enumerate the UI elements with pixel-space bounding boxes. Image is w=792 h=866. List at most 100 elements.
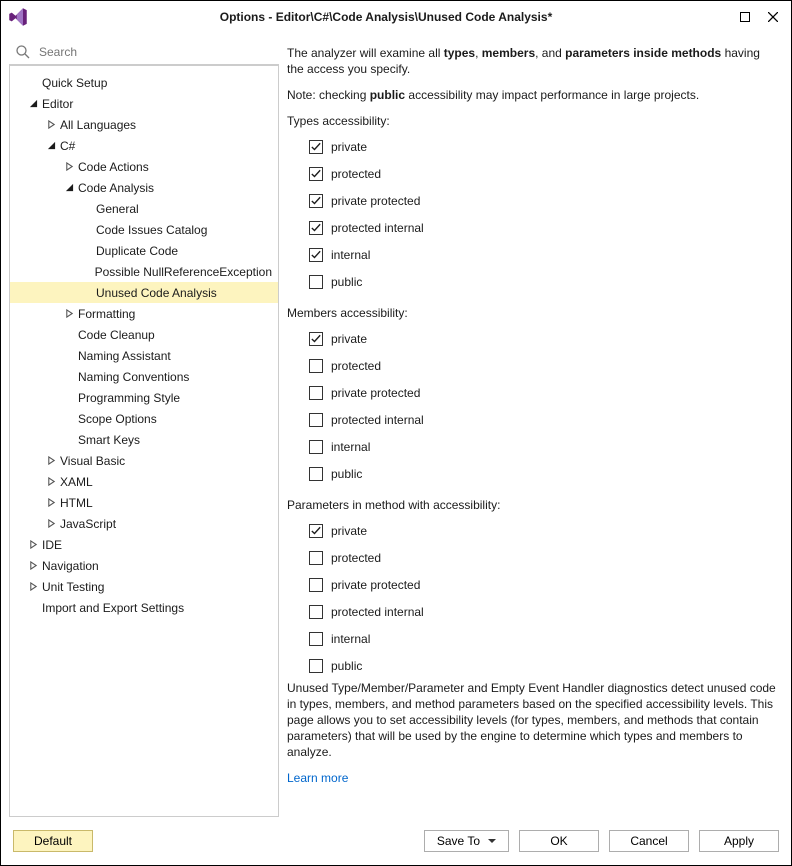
tree-item[interactable]: C# [10,135,278,156]
tree-item[interactable]: All Languages [10,114,278,135]
checkbox[interactable] [309,524,323,538]
apply-button[interactable]: Apply [699,830,779,852]
caret-closed-icon[interactable] [46,519,56,529]
tree-item[interactable]: Naming Conventions [10,366,278,387]
tree-item[interactable]: Unit Testing [10,576,278,597]
checkbox[interactable] [309,605,323,619]
tree-item[interactable]: HTML [10,492,278,513]
checkbox[interactable] [309,194,323,208]
save-to-button[interactable]: Save To [424,830,509,852]
tree-item-label: All Languages [60,118,136,132]
search-input[interactable] [37,44,273,60]
checkbox-row[interactable]: internal [309,434,779,461]
checkbox[interactable] [309,413,323,427]
tree-item[interactable]: Visual Basic [10,450,278,471]
caret-closed-icon[interactable] [28,561,38,571]
checkbox-row[interactable]: protected internal [309,407,779,434]
tree-item-label: Scope Options [78,412,157,426]
caret-closed-icon[interactable] [64,309,74,319]
caret-closed-icon[interactable] [64,162,74,172]
caret-open-icon[interactable] [64,183,74,193]
checkbox[interactable] [309,467,323,481]
tree-item[interactable]: JavaScript [10,513,278,534]
checkbox[interactable] [309,140,323,154]
caret-closed-icon[interactable] [46,498,56,508]
caret-closed-icon[interactable] [28,582,38,592]
default-button[interactable]: Default [13,830,93,852]
checkbox[interactable] [309,632,323,646]
checkbox[interactable] [309,440,323,454]
tree-item[interactable]: Code Analysis [10,177,278,198]
tree-item-label: Visual Basic [60,454,125,468]
tree-item[interactable]: Duplicate Code [10,240,278,261]
tree-item-label: Naming Conventions [78,370,189,384]
caret-closed-icon[interactable] [28,540,38,550]
footer-description: Unused Type/Member/Parameter and Empty E… [287,680,779,761]
caret-closed-icon[interactable] [46,477,56,487]
options-tree[interactable]: Quick SetupEditor All Languages C#Code Act… [9,65,279,817]
tree-item[interactable]: Programming Style [10,387,278,408]
tree-item[interactable]: Naming Assistant [10,345,278,366]
cancel-button[interactable]: Cancel [609,830,689,852]
tree-item-label: Unused Code Analysis [96,286,217,300]
tree-item[interactable]: IDE [10,534,278,555]
checkbox[interactable] [309,551,323,565]
tree-item[interactable]: Import and Export Settings [10,597,278,618]
tree-item[interactable]: Editor [10,93,278,114]
tree-item-label: Smart Keys [78,433,140,447]
checkbox[interactable] [309,659,323,673]
tree-item[interactable]: General [10,198,278,219]
checkbox-row[interactable]: internal [309,626,779,653]
caret-closed-icon[interactable] [46,120,56,130]
tree-item[interactable]: Code Actions [10,156,278,177]
checkbox-row[interactable]: private protected [309,188,779,215]
checkbox-label: protected [331,167,381,181]
checkbox-row[interactable]: protected internal [309,215,779,242]
tree-item[interactable]: Formatting [10,303,278,324]
checkbox[interactable] [309,275,323,289]
checkbox[interactable] [309,332,323,346]
checkbox[interactable] [309,248,323,262]
caret-open-icon[interactable] [46,141,56,151]
close-icon[interactable] [765,9,781,25]
checkbox-row[interactable]: protected [309,353,779,380]
checkbox[interactable] [309,386,323,400]
tree-item[interactable]: Navigation [10,555,278,576]
checkbox-row[interactable]: public [309,653,779,680]
tree-item[interactable]: Quick Setup [10,72,278,93]
caret-closed-icon[interactable] [46,456,56,466]
checkbox[interactable] [309,221,323,235]
tree-item[interactable]: Unused Code Analysis [10,282,278,303]
checkbox-row[interactable]: protected [309,545,779,572]
checkbox-label: protected [331,359,381,373]
checkbox-row[interactable]: private [309,518,779,545]
caret-open-icon[interactable] [28,99,38,109]
tree-item[interactable]: XAML [10,471,278,492]
checkbox-row[interactable]: protected internal [309,599,779,626]
intro-text: The analyzer will examine all types, mem… [287,45,779,77]
tree-item-label: Import and Export Settings [42,601,184,615]
tree-item-label: Possible NullReferenceException [95,265,272,279]
checkbox[interactable] [309,359,323,373]
checkbox[interactable] [309,167,323,181]
tree-item[interactable]: Smart Keys [10,429,278,450]
maximize-icon[interactable] [737,9,753,25]
tree-item[interactable]: Code Cleanup [10,324,278,345]
checkbox-row[interactable]: protected [309,161,779,188]
tree-item[interactable]: Possible NullReferenceException [10,261,278,282]
checkbox-label: protected internal [331,221,424,235]
checkbox-row[interactable]: public [309,269,779,296]
search-box[interactable] [9,39,279,65]
checkbox-row[interactable]: internal [309,242,779,269]
tree-item[interactable]: Scope Options [10,408,278,429]
checkbox-row[interactable]: private [309,326,779,353]
learn-more-link[interactable]: Learn more [287,771,348,785]
checkbox-row[interactable]: private [309,134,779,161]
checkbox-row[interactable]: private protected [309,380,779,407]
checkbox-row[interactable]: public [309,461,779,488]
content-panel: The analyzer will examine all types, mem… [287,39,783,817]
ok-button[interactable]: OK [519,830,599,852]
checkbox[interactable] [309,578,323,592]
checkbox-row[interactable]: private protected [309,572,779,599]
tree-item[interactable]: Code Issues Catalog [10,219,278,240]
